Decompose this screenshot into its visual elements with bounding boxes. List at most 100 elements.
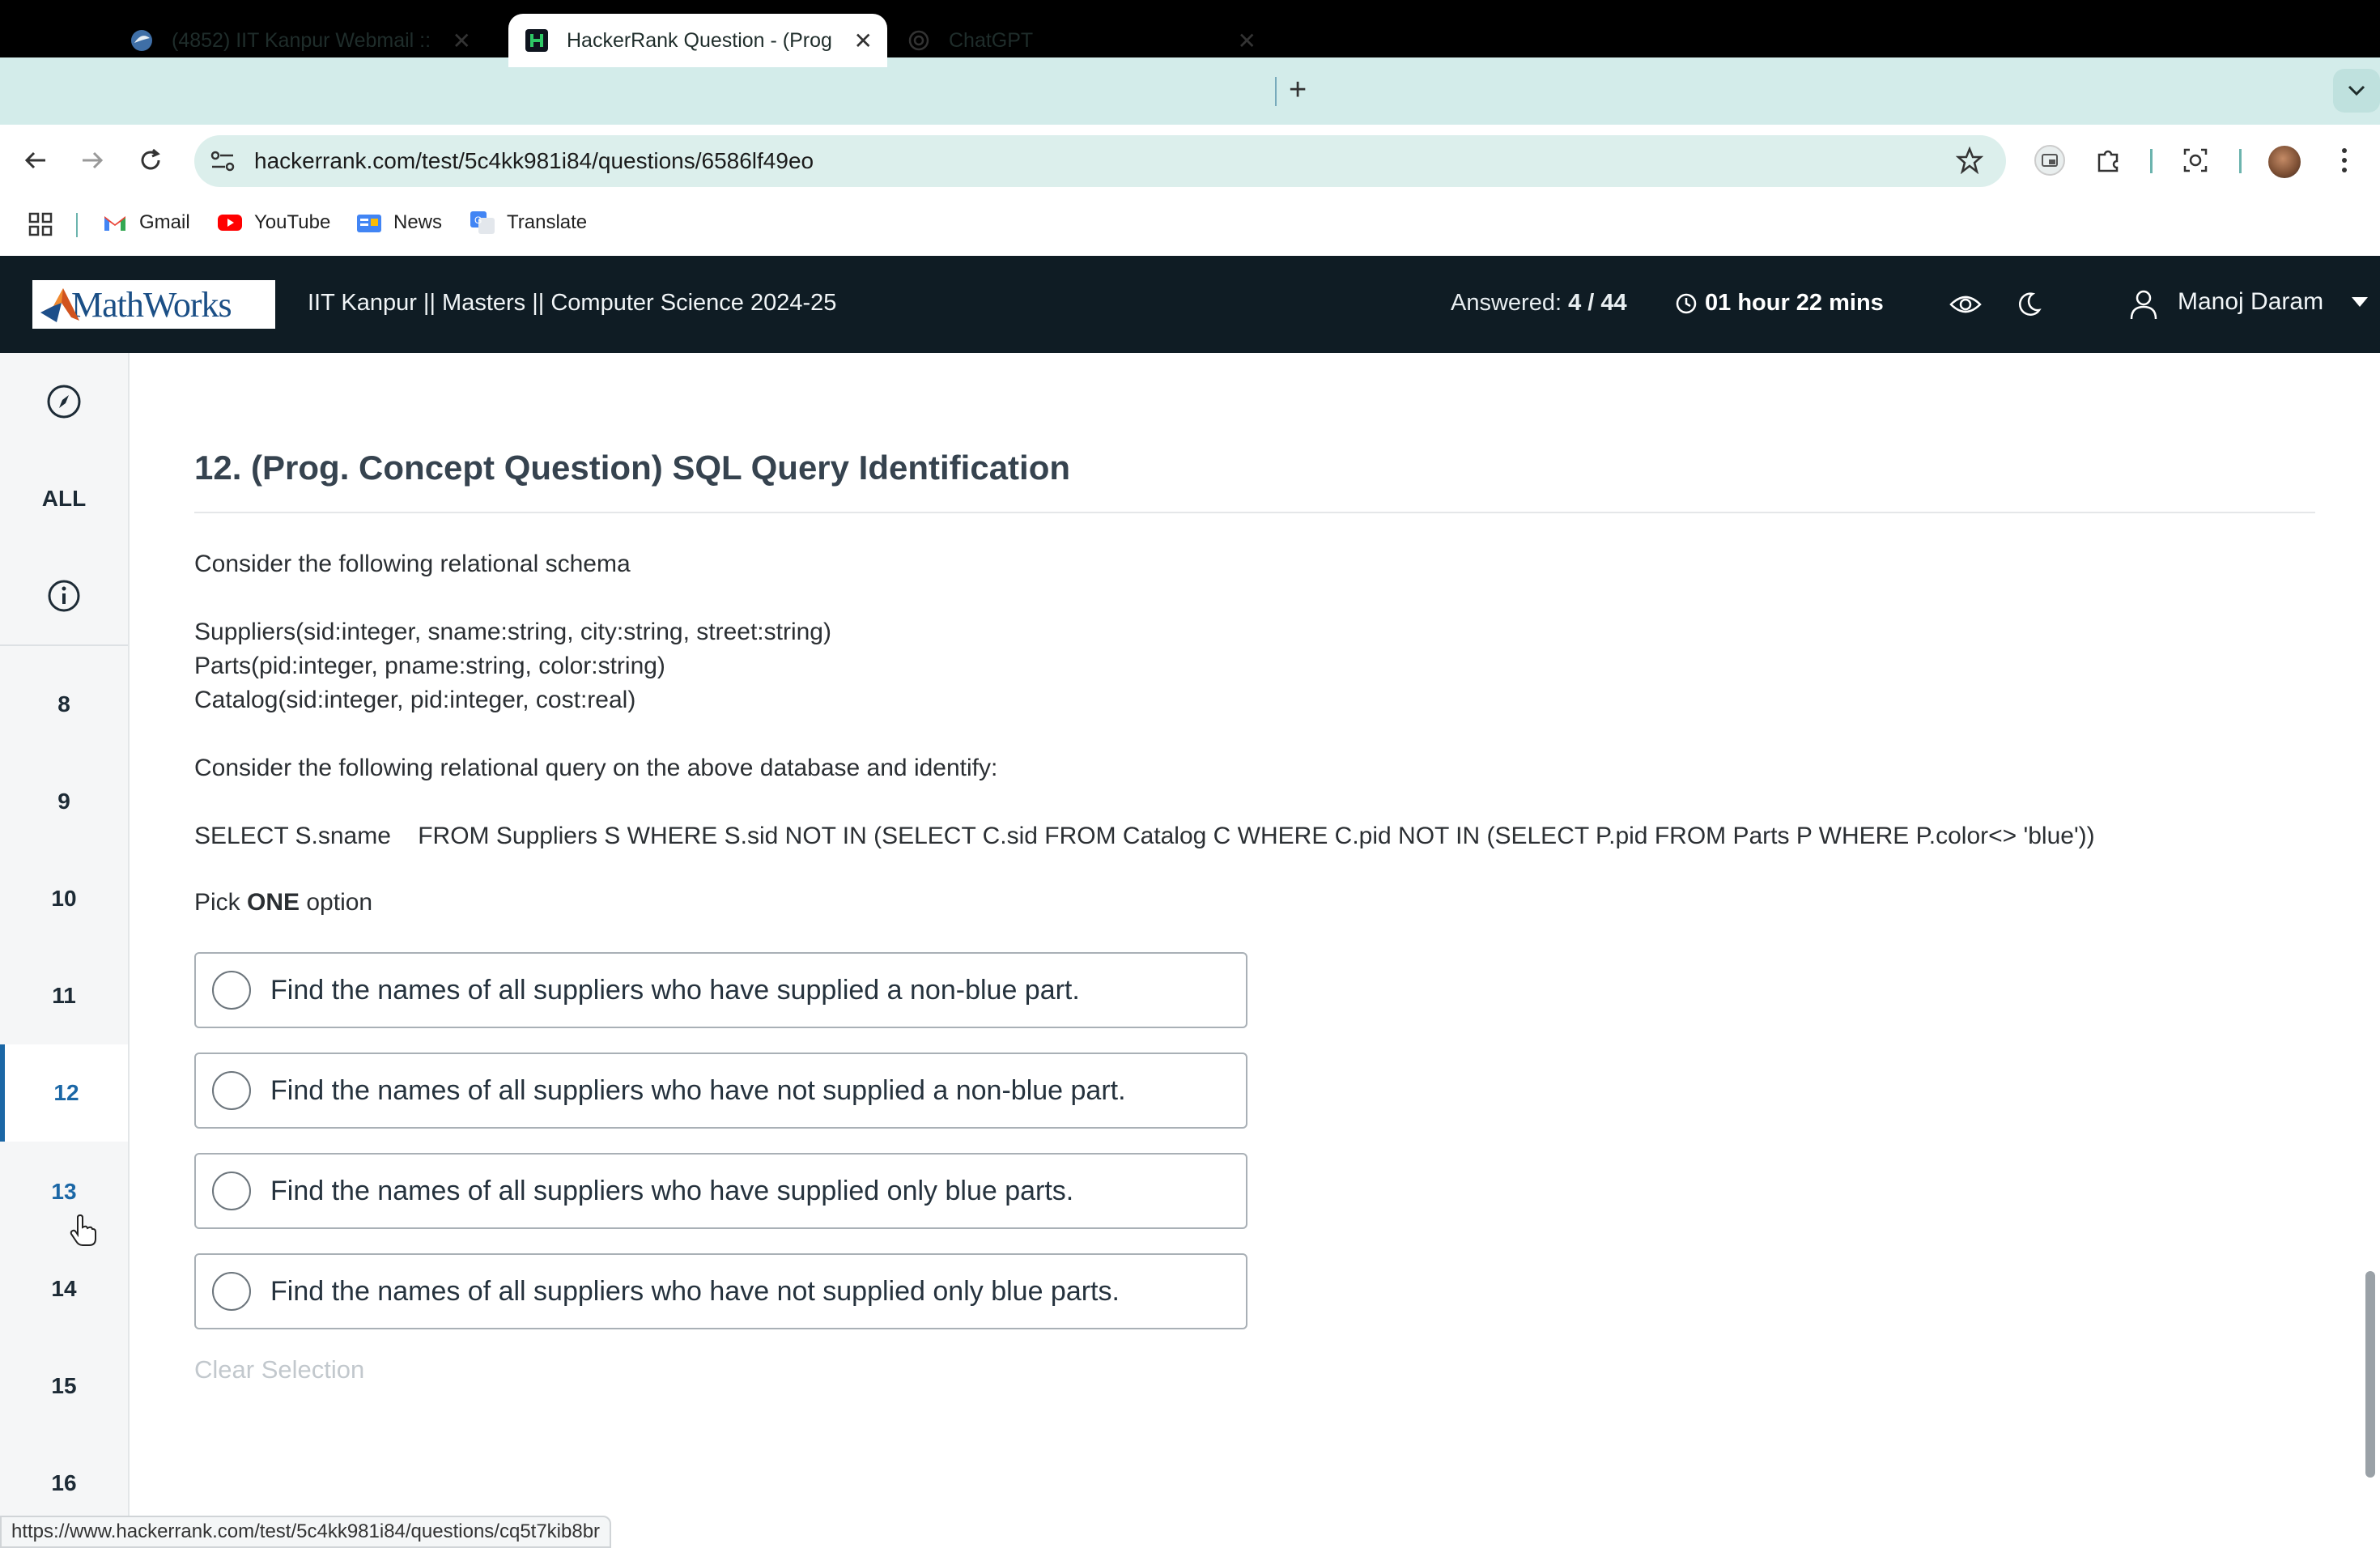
pick-instruction: Pick ONE option bbox=[194, 889, 372, 916]
timer: 01 hour 22 mins bbox=[1676, 290, 1884, 317]
tab-title: HackerRank Question - (Prog bbox=[567, 28, 832, 52]
option-text: Find the names of all suppliers who have… bbox=[270, 1275, 1120, 1307]
new-tab-icon[interactable]: + bbox=[1289, 73, 1307, 108]
svg-text:G: G bbox=[474, 215, 482, 226]
tab-chatgpt[interactable]: ChatGPT ✕ bbox=[907, 14, 1271, 67]
translate-icon: G bbox=[470, 211, 495, 234]
navigate-compass-icon[interactable] bbox=[0, 353, 128, 450]
sidebar-item-question[interactable]: 15 bbox=[0, 1337, 128, 1435]
more-vertical-icon[interactable] bbox=[2328, 144, 2361, 176]
sql-query: SELECT S.sname FROM Suppliers S WHERE S.… bbox=[194, 823, 2095, 849]
youtube-icon bbox=[217, 211, 243, 234]
site-info-icon[interactable] bbox=[209, 148, 236, 174]
reload-icon[interactable] bbox=[134, 144, 167, 176]
apps-grid-icon[interactable] bbox=[28, 211, 53, 237]
bookmark-translate[interactable]: G Translate bbox=[470, 211, 587, 234]
screenshot-icon[interactable] bbox=[2179, 144, 2212, 176]
answered-label: Answered: bbox=[1451, 290, 1562, 316]
company-logo: MathWorks bbox=[32, 280, 275, 329]
answered-value: 4 / 44 bbox=[1568, 290, 1627, 316]
info-icon[interactable] bbox=[0, 547, 128, 644]
bookmark-label: News bbox=[393, 211, 443, 233]
pick-bold: ONE bbox=[247, 889, 300, 916]
close-icon[interactable]: ✕ bbox=[1238, 28, 1256, 54]
tab-title: ChatGPT bbox=[949, 28, 1034, 52]
user-name[interactable]: Manoj Daram bbox=[2178, 288, 2323, 316]
bookmark-gmail[interactable]: Gmail bbox=[102, 211, 190, 234]
toolbar-separator bbox=[2239, 149, 2242, 173]
eye-icon[interactable] bbox=[1949, 288, 1982, 321]
tab-search-chevron-icon[interactable] bbox=[2333, 69, 2380, 113]
sidebar-item-question[interactable]: 10 bbox=[0, 850, 128, 947]
question-prompt: Consider the following relational query … bbox=[194, 755, 998, 781]
tab-webmail[interactable]: (4852) IIT Kanpur Webmail :: ✕ bbox=[130, 14, 486, 67]
clock-icon bbox=[1676, 293, 1697, 313]
chatgpt-icon bbox=[907, 28, 931, 53]
option-text: Find the names of all suppliers who have… bbox=[270, 974, 1080, 1006]
url-text: hackerrank.com/test/5c4kk981i84/question… bbox=[254, 148, 814, 173]
answered-count: Answered: 4 / 44 bbox=[1451, 290, 1627, 317]
gmail-icon bbox=[102, 211, 128, 234]
answer-option[interactable]: Find the names of all suppliers who have… bbox=[194, 952, 1247, 1028]
sidebar-item-question[interactable]: 9 bbox=[0, 753, 128, 850]
close-icon[interactable]: ✕ bbox=[854, 28, 873, 54]
sidebar-item-all[interactable]: ALL bbox=[0, 450, 128, 547]
bookmark-youtube[interactable]: YouTube bbox=[217, 211, 330, 234]
caret-down-icon[interactable] bbox=[2351, 296, 2369, 312]
clear-selection-button[interactable]: Clear Selection bbox=[194, 1355, 364, 1384]
question-intro: Consider the following relational schema bbox=[194, 551, 631, 577]
back-arrow-icon[interactable] bbox=[19, 144, 52, 176]
link-status-bar: https://www.hackerrank.com/test/5c4kk981… bbox=[0, 1516, 612, 1548]
timer-value: 01 hour 22 mins bbox=[1705, 290, 1884, 316]
bookmark-star-icon[interactable] bbox=[1955, 146, 1984, 178]
sidebar-item-question[interactable]: 14 bbox=[0, 1240, 128, 1337]
sidebar-item-question[interactable]: 13 bbox=[0, 1143, 128, 1240]
schema-line: Catalog(sid:integer, pid:integer, cost:r… bbox=[194, 687, 636, 713]
bookmark-label: YouTube bbox=[254, 211, 331, 233]
radio-button[interactable] bbox=[212, 971, 251, 1010]
option-text: Find the names of all suppliers who have… bbox=[270, 1074, 1126, 1106]
tab-separator bbox=[1275, 77, 1277, 106]
option-text: Find the names of all suppliers who have… bbox=[270, 1175, 1074, 1206]
bookmarks-separator bbox=[76, 213, 78, 237]
sidebar-item-question-active[interactable]: 12 bbox=[0, 1044, 128, 1142]
answer-option[interactable]: Find the names of all suppliers who have… bbox=[194, 1053, 1247, 1129]
pick-prefix: Pick bbox=[194, 889, 248, 916]
title-divider bbox=[194, 512, 2315, 513]
hand-pointer-icon bbox=[70, 1214, 97, 1251]
hackerrank-icon bbox=[525, 28, 549, 53]
radio-button[interactable] bbox=[212, 1071, 251, 1110]
sidebar-item-question[interactable]: 8 bbox=[0, 656, 128, 753]
bookmark-news[interactable]: News bbox=[356, 211, 442, 234]
question-sidebar: ALL 8 9 10 11 12 13 14 15 16 bbox=[0, 353, 130, 1548]
news-icon bbox=[356, 211, 382, 234]
radio-button[interactable] bbox=[212, 1172, 251, 1210]
cast-icon[interactable] bbox=[2034, 144, 2066, 176]
extensions-puzzle-icon[interactable] bbox=[2092, 144, 2124, 176]
tab-hackerrank[interactable]: HackerRank Question - (Prog ✕ bbox=[508, 14, 887, 67]
radio-button[interactable] bbox=[212, 1272, 251, 1311]
sidebar-item-question[interactable]: 11 bbox=[0, 947, 128, 1044]
pick-suffix: option bbox=[300, 889, 373, 916]
mathworks-membrane-icon bbox=[40, 288, 79, 322]
schema-line: Suppliers(sid:integer, sname:string, cit… bbox=[194, 619, 831, 645]
address-bar[interactable]: hackerrank.com/test/5c4kk981i84/question… bbox=[194, 135, 2006, 187]
logo-text: MathWorks bbox=[71, 284, 232, 325]
question-panel: 12. (Prog. Concept Question) SQL Query I… bbox=[130, 353, 2380, 1548]
close-icon[interactable]: ✕ bbox=[453, 28, 471, 54]
page-scrollbar[interactable] bbox=[2365, 1271, 2375, 1478]
test-title: IIT Kanpur || Masters || Computer Scienc… bbox=[308, 290, 837, 316]
tab-strip bbox=[0, 57, 2380, 125]
forward-arrow-icon[interactable] bbox=[76, 144, 108, 176]
webmail-icon bbox=[130, 28, 154, 53]
profile-avatar[interactable] bbox=[2268, 146, 2301, 178]
bookmark-label: Gmail bbox=[139, 211, 190, 233]
user-icon[interactable] bbox=[2127, 288, 2160, 321]
sidebar-divider bbox=[0, 644, 128, 646]
answer-option[interactable]: Find the names of all suppliers who have… bbox=[194, 1153, 1247, 1229]
test-header: MathWorks IIT Kanpur || Masters || Compu… bbox=[0, 256, 2380, 353]
bookmark-label: Translate bbox=[507, 211, 588, 233]
question-title: 12. (Prog. Concept Question) SQL Query I… bbox=[194, 449, 1071, 487]
answer-option[interactable]: Find the names of all suppliers who have… bbox=[194, 1253, 1247, 1329]
dark-mode-moon-icon[interactable] bbox=[2012, 288, 2045, 321]
